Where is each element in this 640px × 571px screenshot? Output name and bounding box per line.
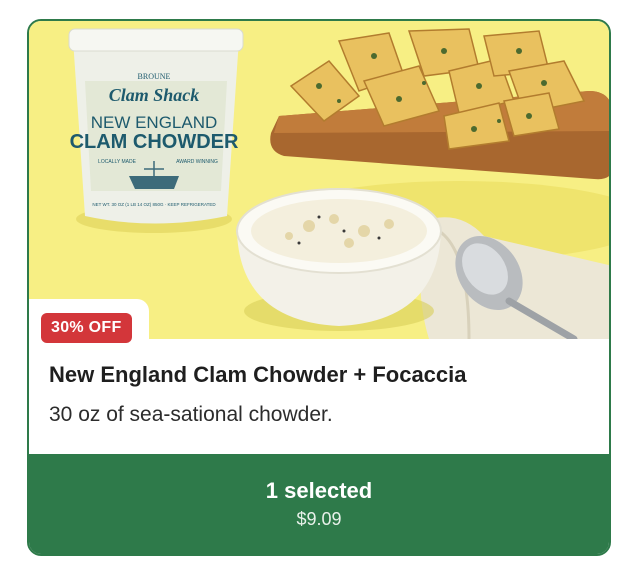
chowder-container: BROUNE Clam Shack NEW ENGLAND CLAM CHOWD… [68,28,244,233]
price: $9.09 [296,509,342,529]
chowder-bowl [236,188,442,331]
product-photo: BROUNE Clam Shack NEW ENGLAND CLAM CHOWD… [68,28,609,339]
product-title: New England Clam Chowder + Focaccia [49,362,467,387]
selected-count: 1 selected [265,478,373,503]
selection-button[interactable]: 1 selected $9.09 [29,454,609,554]
svg-text:NET WT. 30 OZ (1 LB 14 OZ) 850: NET WT. 30 OZ (1 LB 14 OZ) 850G · KEEP R… [92,202,216,207]
svg-text:BROUNE: BROUNE [138,72,171,81]
svg-text:CLAM CHOWDER: CLAM CHOWDER [70,131,239,153]
svg-text:NEW ENGLAND: NEW ENGLAND [91,113,218,132]
svg-text:Clam Shack: Clam Shack [109,85,200,105]
svg-text:AWARD WINNING: AWARD WINNING [176,159,218,165]
product-image: BROUNE Clam Shack NEW ENGLAND CLAM CHOWD… [29,21,609,339]
discount-badge: 30% OFF [41,313,132,343]
svg-text:LOCALLY MADE: LOCALLY MADE [98,159,137,165]
product-card[interactable]: BROUNE Clam Shack NEW ENGLAND CLAM CHOWD… [27,19,611,556]
product-description: 30 oz of sea-sational chowder. [49,403,333,426]
